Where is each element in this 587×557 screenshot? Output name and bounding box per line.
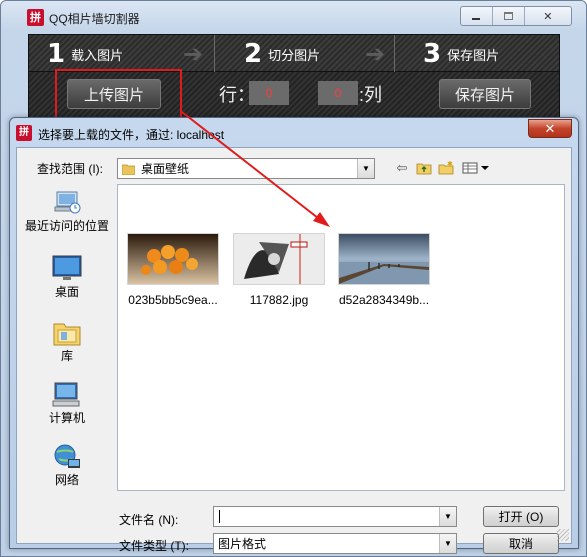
place-label: 计算机 bbox=[48, 411, 85, 425]
chevron-down-icon[interactable]: ▼ bbox=[357, 159, 374, 178]
place-label: 最近访问的位置 bbox=[24, 219, 109, 233]
step-arrow-icon: ➔ bbox=[182, 40, 204, 68]
places-bar: 最近访问的位置 桌面 库 计算机 网络 bbox=[19, 184, 115, 491]
step-number: 2 bbox=[244, 39, 263, 69]
filetype-label: 文件类型 (T): bbox=[119, 539, 189, 553]
file-thumbnail[interactable] bbox=[233, 233, 325, 285]
filename-input[interactable]: ▼ bbox=[213, 506, 457, 527]
open-button[interactable]: 打开 (O) bbox=[483, 506, 559, 527]
recent-places-icon bbox=[51, 188, 83, 218]
maximize-icon bbox=[503, 12, 513, 20]
dialog-body: 查找范围 (I): 桌面壁纸 ▼ ⇦ ✱ 最近访问的位置 桌面 库 计算机 网络… bbox=[16, 147, 572, 554]
step-label: 保存图片 bbox=[447, 47, 500, 63]
minimize-button[interactable] bbox=[461, 7, 492, 25]
close-icon: ✕ bbox=[544, 120, 556, 136]
view-menu-icon[interactable] bbox=[461, 159, 491, 177]
file-list-view[interactable]: 023b5bb5c9ea... 117882.jpg d52a2834349b.… bbox=[117, 184, 565, 491]
computer-icon bbox=[51, 380, 83, 410]
step-number: 3 bbox=[423, 39, 442, 69]
step-divider bbox=[214, 35, 215, 73]
resize-grip[interactable] bbox=[557, 529, 569, 541]
place-label: 网络 bbox=[54, 473, 79, 487]
file-name[interactable]: 117882.jpg bbox=[224, 293, 334, 307]
file-thumbnail[interactable] bbox=[338, 233, 430, 285]
place-library[interactable]: 库 bbox=[19, 318, 115, 363]
svg-text:✱: ✱ bbox=[447, 161, 453, 168]
step-arrow-icon: ➔ bbox=[364, 40, 386, 68]
step-bar: 1 载入图片 ➔ 2 切分图片 ➔ 3 保存图片 bbox=[28, 34, 560, 73]
desktop-icon bbox=[51, 254, 83, 284]
filename-label: 文件名 (N): bbox=[119, 513, 179, 527]
file-name[interactable]: 023b5bb5c9ea... bbox=[118, 293, 228, 307]
look-in-label: 查找范围 (I): bbox=[37, 162, 103, 176]
dialog-logo-icon: 拼 bbox=[16, 125, 32, 141]
step-label: 载入图片 bbox=[71, 47, 124, 63]
cols-label: :列 bbox=[359, 85, 383, 105]
rows-input[interactable]: 0 bbox=[249, 81, 289, 105]
look-in-combo[interactable]: 桌面壁纸 ▼ bbox=[117, 158, 375, 179]
text-caret bbox=[219, 510, 220, 523]
place-label: 桌面 bbox=[54, 285, 79, 299]
app-logo-icon: 拼 bbox=[27, 9, 44, 26]
maximize-button[interactable] bbox=[491, 7, 524, 25]
back-icon[interactable]: ⇦ bbox=[393, 159, 411, 177]
place-computer[interactable]: 计算机 bbox=[19, 380, 115, 425]
chevron-down-icon[interactable]: ▼ bbox=[439, 534, 456, 553]
library-icon bbox=[51, 318, 83, 348]
file-open-dialog: 拼 选择要上载的文件，通过: localhost ✕ 查找范围 (I): 桌面壁… bbox=[9, 117, 579, 554]
save-image-button[interactable]: 保存图片 bbox=[439, 79, 531, 109]
new-folder-icon[interactable]: ✱ bbox=[437, 159, 455, 177]
up-folder-icon[interactable] bbox=[415, 159, 433, 177]
step-number: 1 bbox=[47, 39, 66, 69]
place-network[interactable]: 网络 bbox=[19, 442, 115, 487]
step-save[interactable]: 3 保存图片 bbox=[423, 35, 499, 73]
app-title: QQ相片墙切割器 bbox=[49, 12, 140, 26]
app-titlebar: 拼 QQ相片墙切割器 ✕ bbox=[1, 1, 586, 31]
file-name[interactable]: d52a2834349b... bbox=[329, 293, 439, 307]
network-icon bbox=[51, 442, 83, 472]
caption-buttons: ✕ bbox=[460, 6, 572, 26]
step-load[interactable]: 1 载入图片 bbox=[47, 35, 123, 73]
place-recent[interactable]: 最近访问的位置 bbox=[19, 188, 115, 233]
dialog-title: 选择要上载的文件，通过: localhost bbox=[38, 128, 225, 142]
file-thumbnail[interactable] bbox=[127, 233, 219, 285]
cancel-button[interactable]: 取消 bbox=[483, 533, 559, 554]
step-split[interactable]: 2 切分图片 bbox=[244, 35, 320, 73]
filetype-select[interactable]: 图片格式 ▼ bbox=[213, 533, 457, 554]
folder-icon bbox=[121, 163, 136, 175]
chevron-down-icon[interactable]: ▼ bbox=[439, 507, 456, 526]
look-in-value: 桌面壁纸 bbox=[141, 162, 190, 176]
step-divider bbox=[394, 35, 395, 73]
close-icon: ✕ bbox=[543, 10, 553, 23]
place-desktop[interactable]: 桌面 bbox=[19, 254, 115, 299]
dialog-close-button[interactable]: ✕ bbox=[528, 119, 572, 138]
app-close-button[interactable]: ✕ bbox=[523, 7, 571, 25]
cols-input[interactable]: 0 bbox=[318, 81, 358, 105]
step-label: 切分图片 bbox=[268, 47, 321, 63]
minimize-icon bbox=[472, 17, 481, 20]
filetype-value: 图片格式 bbox=[218, 537, 267, 551]
place-label: 库 bbox=[60, 349, 73, 363]
